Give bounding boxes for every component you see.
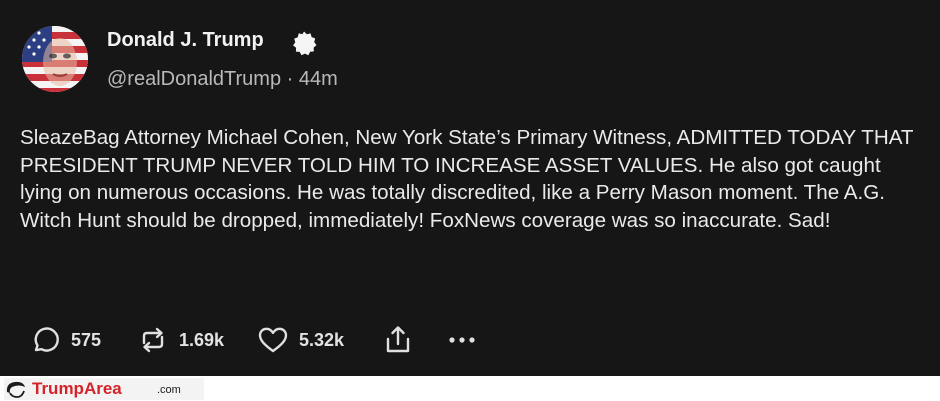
like-button[interactable]: 5.32k [256, 322, 344, 358]
post-time[interactable]: 44m [299, 68, 338, 90]
watermark-suffix: .com [157, 384, 181, 396]
author-handle[interactable]: @realDonaldTrump [107, 68, 281, 90]
repost-count: 1.69k [179, 329, 225, 350]
like-count: 5.32k [299, 329, 345, 350]
watermark-text: TrumpArea [32, 379, 122, 398]
share-button[interactable] [381, 322, 415, 358]
verified-badge-icon [293, 31, 317, 56]
more-icon [449, 337, 475, 343]
handle-line: @realDonaldTrump · 44m [107, 68, 338, 91]
post-text: SleazeBag Attorney Michael Cohen, New Yo… [20, 126, 914, 232]
share-icon [386, 326, 410, 353]
avatar-image [22, 26, 88, 92]
heart-icon [258, 327, 288, 353]
repost-icon [142, 327, 164, 353]
repost-button[interactable]: 1.69k [136, 322, 224, 358]
handle-separator: · [286, 68, 294, 90]
watermark-brand: TrumpArea .com [4, 378, 204, 400]
avatar[interactable] [22, 26, 88, 92]
watermark-bar: TrumpArea .com [0, 376, 940, 401]
reply-icon [34, 327, 59, 352]
reply-count: 575 [71, 329, 102, 350]
reply-button[interactable]: 575 [28, 322, 101, 358]
trump-hair-logo-icon [6, 381, 26, 398]
post-card: Donald J. Trump @realDonaldTrump · 44m S… [0, 0, 940, 376]
author-name[interactable]: Donald J. Trump [107, 29, 264, 52]
more-options-button[interactable] [446, 322, 482, 358]
